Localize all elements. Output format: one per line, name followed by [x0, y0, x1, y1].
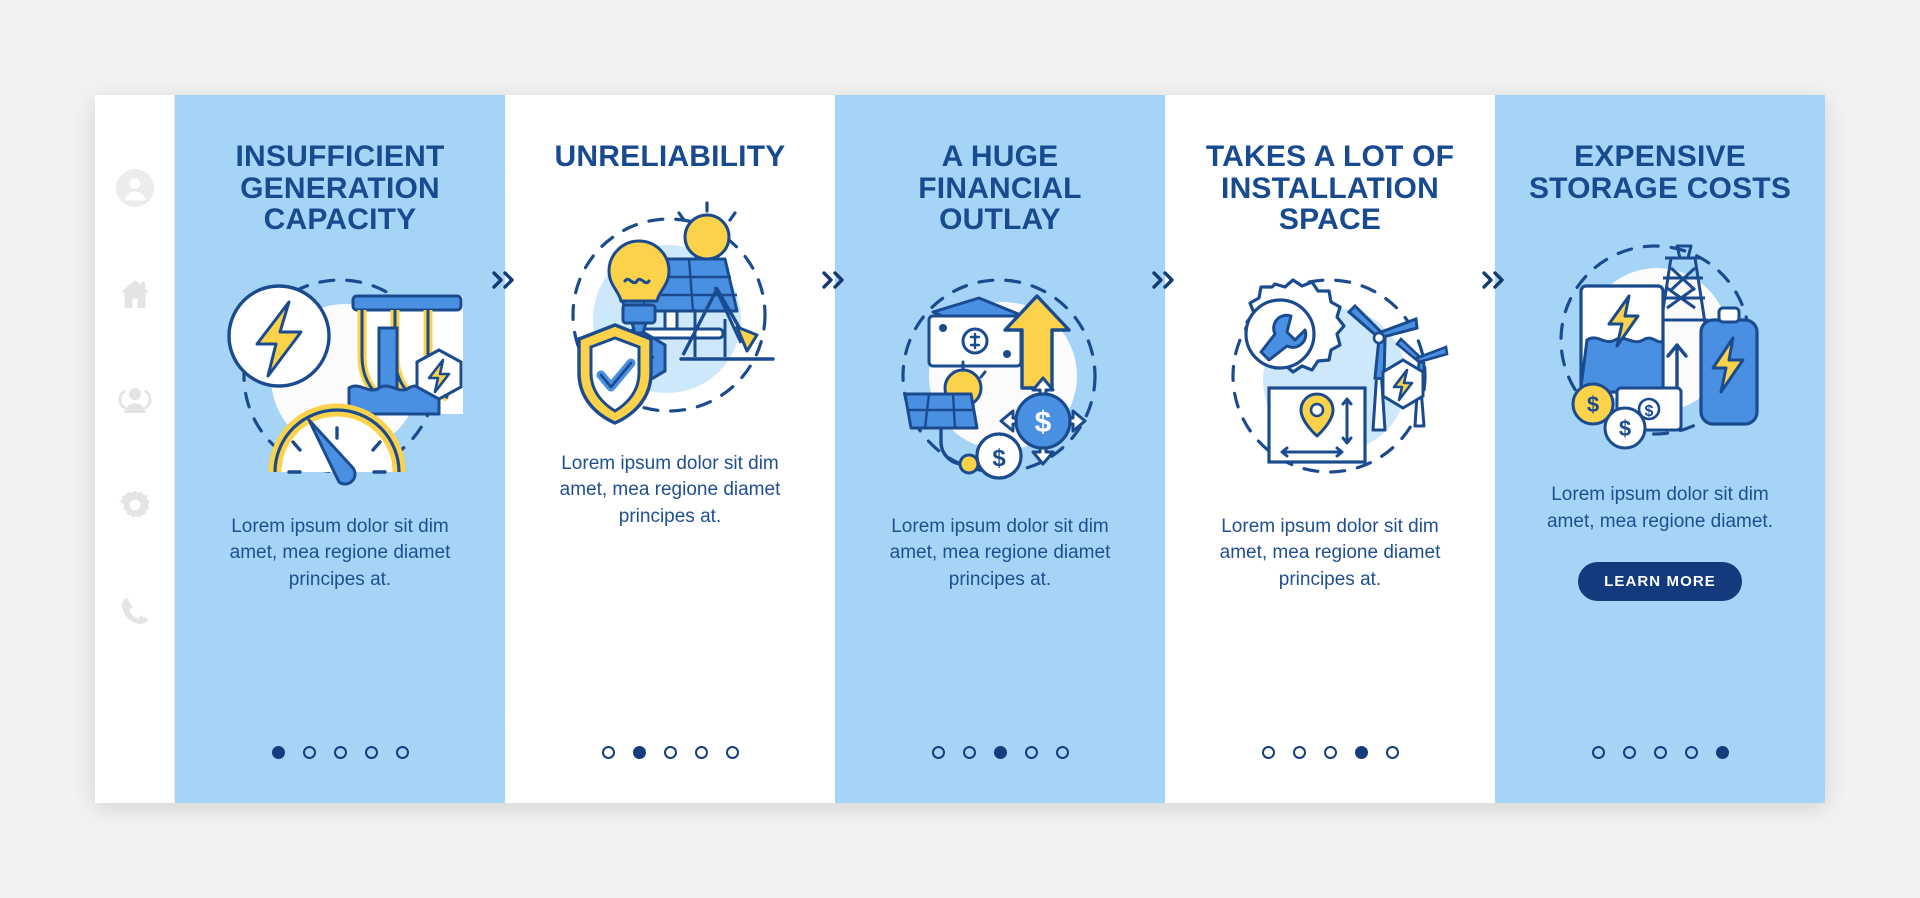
panel-step-dots	[1165, 746, 1495, 759]
panel-body: Lorem ipsum dolor sit dim amet, mea regi…	[559, 452, 781, 528]
phone-icon	[115, 592, 155, 637]
step-dot-3[interactable]	[663, 746, 677, 759]
step-dot-4[interactable]	[1354, 746, 1368, 759]
svg-text:$: $	[1587, 392, 1599, 417]
step-dot-5[interactable]	[1385, 746, 1399, 759]
step-dot-5[interactable]	[1715, 746, 1729, 759]
step-dot-5[interactable]	[1055, 746, 1069, 759]
step-dot-3[interactable]	[1653, 746, 1667, 759]
step-dot-4[interactable]	[1684, 746, 1698, 759]
separator-chevron-3	[1149, 267, 1179, 293]
panel-expensive-storage-costs: EXPENSIVE STORAGE COSTS $ $ $ Lorem ipsu…	[1495, 95, 1825, 803]
step-dot-1[interactable]	[931, 746, 945, 759]
panel-unreliability: UNRELIABILITY Lorem ipsum dolor sit dim …	[505, 95, 844, 803]
panel-step-dots	[1495, 746, 1825, 759]
panel-title: TAKES A LOT OF INSTALLATION SPACE	[1205, 140, 1455, 236]
gear-wrench-windmill-map-pin-illustration	[1207, 260, 1453, 492]
panel-body: Lorem ipsum dolor sit dim amet, mea regi…	[1546, 484, 1773, 532]
step-dot-1[interactable]	[1261, 746, 1275, 759]
learn-more-button[interactable]: LEARN MORE	[1578, 561, 1742, 601]
step-dot-2[interactable]	[1292, 746, 1306, 759]
onboarding-card: INSUFFICIENT GENERATION CAPACITY Lorem i…	[95, 95, 1825, 803]
panel-a-huge-financial-outlay: A HUGE FINANCIAL OUTLAY $ $ Lorem ipsum …	[835, 95, 1174, 803]
svg-text:$: $	[992, 445, 1006, 472]
sidebar-item-profile[interactable]	[112, 167, 158, 213]
svg-text:$: $	[1645, 403, 1654, 420]
step-dot-4[interactable]	[364, 746, 378, 759]
home-icon	[115, 274, 155, 319]
step-dot-4[interactable]	[1024, 746, 1038, 759]
step-dot-3[interactable]	[1323, 746, 1337, 759]
step-dot-2[interactable]	[302, 746, 316, 759]
people-group-icon	[115, 380, 155, 425]
step-dot-2[interactable]	[1622, 746, 1636, 759]
panel-title: INSUFFICIENT GENERATION CAPACITY	[235, 140, 445, 236]
step-dot-1[interactable]	[1591, 746, 1605, 759]
step-dot-5[interactable]	[395, 746, 409, 759]
separator-chevron-4	[1479, 267, 1509, 293]
step-dot-1[interactable]	[601, 746, 615, 759]
panel-body: Lorem ipsum dolor sit dim amet, mea regi…	[229, 515, 451, 591]
battery-pylon-coins-illustration: $ $ $	[1537, 228, 1783, 460]
app-sidebar	[95, 95, 175, 803]
separator-chevron-2	[819, 267, 849, 293]
panel-title: A HUGE FINANCIAL OUTLAY	[918, 140, 1082, 236]
step-dot-1[interactable]	[271, 746, 285, 759]
panel-body: Lorem ipsum dolor sit dim amet, mea regi…	[889, 515, 1111, 591]
svg-text:$: $	[1035, 406, 1052, 439]
sidebar-item-team[interactable]	[112, 379, 158, 425]
hydro-dam-lightning-gauge-illustration	[217, 260, 463, 492]
onboarding-panels: INSUFFICIENT GENERATION CAPACITY Lorem i…	[175, 95, 1825, 803]
step-dot-5[interactable]	[725, 746, 739, 759]
svg-text:$: $	[1619, 416, 1631, 441]
sidebar-item-home[interactable]	[112, 273, 158, 319]
money-arrow-solar-dollar-illustration: $ $	[877, 260, 1123, 492]
panel-title: UNRELIABILITY	[554, 140, 786, 173]
panel-step-dots	[835, 746, 1165, 759]
panel-body: Lorem ipsum dolor sit dim amet, mea regi…	[1219, 515, 1441, 591]
step-dot-3[interactable]	[993, 746, 1007, 759]
panel-insufficient-generation-capacity: INSUFFICIENT GENERATION CAPACITY Lorem i…	[175, 95, 514, 803]
step-dot-2[interactable]	[632, 746, 646, 759]
step-dot-3[interactable]	[333, 746, 347, 759]
step-dot-2[interactable]	[962, 746, 976, 759]
panel-takes-a-lot-of-installation-space: TAKES A LOT OF INSTALLATION SPACE Lorem …	[1165, 95, 1504, 803]
screen: INSUFFICIENT GENERATION CAPACITY Lorem i…	[0, 0, 1920, 898]
separator-chevron-1	[489, 267, 519, 293]
step-dot-4[interactable]	[694, 746, 708, 759]
panel-step-dots	[175, 746, 505, 759]
sidebar-item-contact[interactable]	[112, 591, 158, 637]
solar-panel-bulb-shield-chart-illustration	[547, 197, 793, 429]
sidebar-item-settings[interactable]	[112, 485, 158, 531]
panel-step-dots	[505, 746, 835, 759]
gear-icon	[115, 486, 155, 531]
panel-title: EXPENSIVE STORAGE COSTS	[1528, 140, 1792, 205]
user-avatar-icon	[115, 168, 155, 213]
